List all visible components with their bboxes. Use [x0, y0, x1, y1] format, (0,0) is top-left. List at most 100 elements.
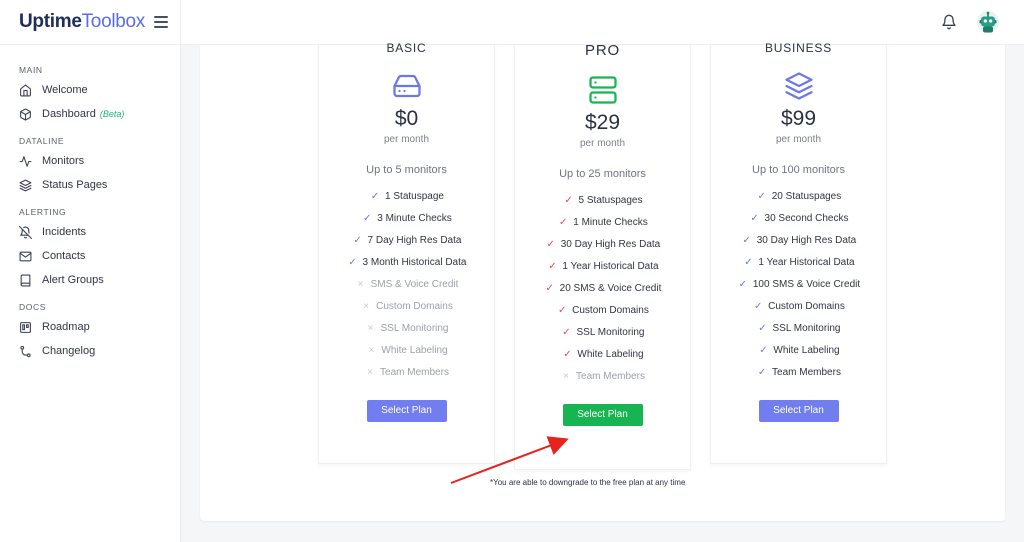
feature-item: ✓ Custom Domains — [515, 300, 690, 322]
sidebar-item-welcome[interactable]: Welcome — [19, 78, 180, 102]
sidebar-item-roadmap[interactable]: Roadmap — [19, 315, 180, 339]
sidebar-item-monitors[interactable]: Monitors — [19, 149, 180, 173]
plan-card-business: BUSINESS $99 per month Up to 100 monitor… — [710, 41, 887, 464]
check-icon: ✓ — [753, 301, 763, 312]
select-plan-basic-button[interactable]: Select Plan — [366, 400, 447, 422]
feature-label: White Labeling — [773, 345, 840, 356]
nav-heading: MAIN — [19, 65, 43, 75]
feature-item: × Team Members — [319, 362, 494, 384]
check-icon: ✓ — [563, 349, 572, 360]
brand-logo-strong: Uptime — [19, 11, 82, 32]
feature-item: ✓ Custom Domains — [711, 296, 886, 318]
sidebar-item-label: Contacts — [42, 250, 86, 262]
bell-icon[interactable] — [941, 13, 957, 31]
feature-label: 20 Statuspages — [771, 191, 842, 202]
feature-item: ✓ SSL Monitoring — [515, 322, 690, 344]
feature-label: 3 Minute Checks — [377, 213, 452, 224]
brand-logo-light: Toolbox — [81, 11, 146, 32]
feature-item: ✓ 1 Year Historical Data — [515, 256, 690, 278]
plan-name: BUSINESS — [764, 41, 833, 55]
sidebar-item-label: Dashboard — [42, 108, 96, 120]
pricing-panel: BASIC $0 per month Up to 5 monitors ✓ 1 S… — [200, 41, 1005, 521]
plan-card-pro: PRO $29 per month Up to 25 monitors ✓ 5 S… — [514, 42, 691, 470]
feature-item: × SMS & Voice Credit — [319, 274, 494, 296]
top-bar — [181, 0, 1024, 45]
feature-item: ✓ 5 Statuspages — [515, 190, 690, 212]
feature-label: White Labeling — [381, 345, 448, 356]
nav-heading: DATALINE — [19, 136, 65, 146]
cube-icon — [20, 108, 31, 121]
feature-label: 100 SMS & Voice Credit — [752, 279, 861, 290]
x-icon: × — [368, 345, 375, 356]
plan-limit: Up to 100 monitors — [752, 164, 845, 176]
feature-list: ✓ 20 Statuspages ✓ 30 Second Checks ✓ 30 Day … — [711, 186, 886, 384]
select-plan-pro-button[interactable]: Select Plan — [562, 404, 643, 426]
feature-label: 1 Year Historical Data — [562, 261, 659, 272]
check-icon: ✓ — [744, 257, 753, 268]
feature-label: Team Members — [576, 371, 645, 382]
feature-list: ✓ 1 Statuspage ✓ 3 Minute Checks ✓ 7 Day High… — [319, 186, 494, 384]
feature-label: 1 Year Historical Data — [758, 257, 855, 268]
sidebar-item-label: Alert Groups — [42, 274, 104, 286]
feature-label: 30 Second Checks — [764, 213, 849, 224]
sidebar-item-label: Status Pages — [42, 179, 108, 191]
sidebar-item-contacts[interactable]: Contacts — [19, 244, 180, 268]
check-icon: ✓ — [759, 345, 768, 356]
nav-section-alerting: ALERTING Incidents Contacts Alert Groups — [0, 206, 180, 292]
mail-icon — [19, 251, 32, 261]
check-icon: ✓ — [559, 217, 568, 228]
check-icon: ✓ — [738, 279, 748, 290]
check-icon: ✓ — [562, 327, 571, 338]
sidebar-item-dashboard[interactable]: Dashboard (Beta) — [19, 102, 180, 126]
sidebar-item-alert-groups[interactable]: Alert Groups — [19, 268, 180, 292]
sidebar-item-changelog[interactable]: Changelog — [19, 339, 180, 363]
check-icon: ✓ — [557, 305, 567, 316]
user-avatar-robot-icon[interactable] — [977, 11, 999, 33]
nav-heading: DOCS — [19, 302, 46, 312]
x-icon: × — [357, 279, 364, 290]
select-plan-business-button[interactable]: Select Plan — [758, 400, 839, 422]
feature-item: × Team Members — [515, 366, 690, 388]
sidebar-item-label: Monitors — [42, 155, 85, 167]
check-icon: ✓ — [545, 283, 554, 294]
feature-label: 20 SMS & Voice Credit — [559, 283, 662, 294]
feature-list: ✓ 5 Statuspages ✓ 1 Minute Checks ✓ 30 Day Hi… — [515, 190, 690, 388]
feature-label: 1 Minute Checks — [573, 217, 648, 228]
feature-item: ✓ Team Members — [711, 362, 886, 384]
feature-item: × White Labeling — [319, 340, 494, 362]
feature-label: Team Members — [772, 367, 841, 378]
feature-item: ✓ 1 Year Historical Data — [711, 252, 886, 274]
sidebar-item-label: Roadmap — [42, 321, 90, 333]
feature-item: ✓ SSL Monitoring — [711, 318, 886, 340]
nav-heading: ALERTING — [19, 207, 67, 217]
hamburger-menu-icon[interactable] — [154, 16, 168, 28]
sidebar: UptimeToolbox MAIN Welcome Dashboard (Be… — [0, 0, 181, 542]
plan-price: $0 — [394, 107, 419, 130]
check-icon: ✓ — [750, 213, 759, 224]
feature-label: SMS & Voice Credit — [370, 279, 459, 290]
check-icon: ✓ — [548, 261, 557, 272]
feature-label: 7 Day High Res Data — [367, 235, 462, 246]
sidebar-item-status-pages[interactable]: Status Pages — [19, 173, 180, 197]
book-icon — [20, 274, 31, 286]
feature-label: 1 Statuspage — [385, 191, 444, 202]
sidebar-item-incidents[interactable]: Incidents — [19, 220, 180, 244]
feature-label: Custom Domains — [572, 305, 649, 316]
check-icon: ✓ — [353, 235, 362, 246]
brand-logo[interactable]: UptimeToolbox — [19, 11, 145, 33]
trello-icon — [20, 321, 31, 333]
check-icon: ✓ — [348, 257, 357, 268]
sidebar-item-label: Welcome — [42, 84, 88, 96]
feature-item: ✓ White Labeling — [515, 344, 690, 366]
feature-item: ✓ 30 Day High Res Data — [711, 230, 886, 252]
check-icon: ✓ — [757, 191, 766, 202]
sidebar-item-label: Incidents — [42, 226, 87, 238]
check-icon: ✓ — [742, 235, 751, 246]
plan-price: $99 — [780, 107, 817, 130]
plan-price: $29 — [584, 111, 621, 134]
feature-item: ✓ 30 Second Checks — [711, 208, 886, 230]
feature-item: ✓ White Labeling — [711, 340, 886, 362]
plan-name: PRO — [585, 42, 620, 59]
feature-item: ✓ 20 SMS & Voice Credit — [515, 278, 690, 300]
feature-item: ✓ 1 Statuspage — [319, 186, 494, 208]
